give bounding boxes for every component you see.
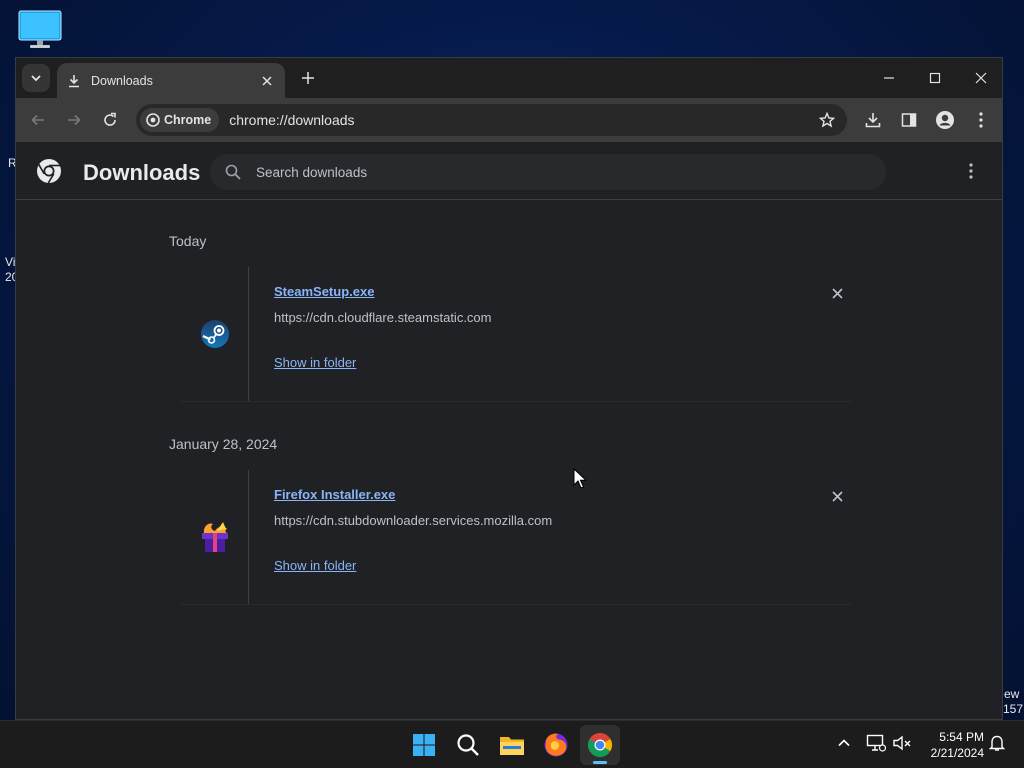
network-status-button[interactable] xyxy=(864,731,888,755)
volume-muted-icon xyxy=(893,735,911,751)
plus-icon xyxy=(302,72,314,84)
chevron-up-icon xyxy=(838,739,850,747)
page-title: Downloads xyxy=(83,160,201,185)
windows-start-icon xyxy=(413,734,435,756)
downloads-more-button[interactable] xyxy=(962,162,980,180)
downloads-header: Downloads xyxy=(16,142,1002,200)
volume-button[interactable] xyxy=(890,731,914,755)
divider xyxy=(181,401,851,402)
close-icon xyxy=(831,490,843,502)
site-info-chip[interactable]: Chrome xyxy=(140,108,220,132)
arrow-left-icon xyxy=(31,114,44,126)
file-explorer-icon xyxy=(500,737,524,755)
show-in-folder-link[interactable]: Show in folder xyxy=(274,355,356,370)
chrome-taskbar-button[interactable] xyxy=(580,725,620,765)
address-bar[interactable]: Chrome chrome://downloads xyxy=(136,104,847,136)
new-tab-button[interactable] xyxy=(298,68,318,88)
download-icon xyxy=(69,74,79,87)
date-group-heading: Today xyxy=(169,233,207,249)
remove-from-list-button[interactable] xyxy=(827,486,847,506)
download-source-url: https://cdn.cloudflare.steamstatic.com xyxy=(274,310,492,325)
url-text[interactable]: chrome://downloads xyxy=(229,112,813,128)
reload-icon xyxy=(104,112,116,126)
date-group-heading: January 28, 2024 xyxy=(169,436,278,452)
chrome-menu-button[interactable] xyxy=(967,106,995,134)
tab-title: Downloads xyxy=(91,73,153,88)
search-downloads-box[interactable] xyxy=(210,154,886,190)
file-icon-column xyxy=(181,470,249,604)
search-icon xyxy=(457,734,479,756)
arrow-right-icon xyxy=(68,114,81,126)
clock-time: 5:54 PM xyxy=(939,730,984,744)
window-close-button[interactable] xyxy=(958,58,1002,98)
downloads-button[interactable] xyxy=(859,106,887,134)
steam-app-icon xyxy=(200,320,229,348)
bell-icon xyxy=(989,735,1005,751)
tab-search-button[interactable] xyxy=(22,64,50,92)
file-explorer-button[interactable] xyxy=(492,725,532,765)
tab-strip: Downloads xyxy=(16,58,1002,98)
side-panel-icon xyxy=(901,113,917,127)
desktop-computer-icon[interactable] xyxy=(18,10,62,50)
taskbar-search-button[interactable] xyxy=(448,725,488,765)
chrome-window: Downloads Chrome chrome://downloads Down… xyxy=(15,57,1003,720)
maximize-icon xyxy=(929,72,941,84)
more-vert-icon xyxy=(979,112,983,128)
desktop-icon-label-fragment: Vi xyxy=(5,255,16,269)
mouse-cursor-icon xyxy=(573,468,587,489)
tab-downloads[interactable]: Downloads xyxy=(57,63,285,98)
show-in-folder-link[interactable]: Show in folder xyxy=(274,558,356,573)
firefox-installer-icon xyxy=(201,522,228,552)
download-item: SteamSetup.exe https://cdn.cloudflare.st… xyxy=(181,267,851,402)
download-file-link[interactable]: Firefox Installer.exe xyxy=(274,487,395,502)
search-icon xyxy=(224,163,242,181)
windows-start-button[interactable] xyxy=(404,725,444,765)
firefox-icon xyxy=(544,733,568,757)
download-source-url: https://cdn.stubdownloader.services.mozi… xyxy=(274,513,553,528)
network-icon xyxy=(866,734,886,752)
active-app-indicator xyxy=(593,761,607,764)
desktop-watermark-fragment: 157 xyxy=(1003,702,1024,716)
file-icon-column xyxy=(181,267,249,401)
divider xyxy=(181,604,851,605)
system-clock[interactable]: 5:54 PM 2/21/2024 xyxy=(920,729,984,761)
reload-button[interactable] xyxy=(96,106,124,134)
profile-button[interactable] xyxy=(931,106,959,134)
forward-button[interactable] xyxy=(60,106,88,134)
download-icon xyxy=(865,113,881,128)
download-item: Firefox Installer.exe https://cdn.stubdo… xyxy=(181,470,851,605)
chrome-logo-icon xyxy=(37,159,61,184)
search-input[interactable] xyxy=(256,164,836,180)
minimize-icon xyxy=(884,77,894,79)
avatar-icon xyxy=(936,111,954,129)
notifications-button[interactable] xyxy=(985,731,1009,755)
back-button[interactable] xyxy=(24,106,52,134)
site-info-label: Chrome xyxy=(164,113,212,127)
browser-toolbar: Chrome chrome://downloads xyxy=(16,98,1002,142)
desktop-watermark-fragment: ew xyxy=(1004,687,1020,701)
minimize-button[interactable] xyxy=(866,58,912,98)
clock-date: 2/21/2024 xyxy=(930,746,984,760)
taskbar: 5:54 PM 2/21/2024 xyxy=(0,720,1024,768)
chevron-down-icon xyxy=(31,75,41,82)
chrome-icon xyxy=(587,733,613,758)
download-file-link[interactable]: SteamSetup.exe xyxy=(274,284,374,299)
close-icon xyxy=(262,75,272,86)
show-hidden-icons-button[interactable] xyxy=(832,731,856,755)
remove-from-list-button[interactable] xyxy=(827,283,847,303)
chrome-logo-icon xyxy=(146,113,160,127)
maximize-button[interactable] xyxy=(912,58,958,98)
close-icon xyxy=(975,72,987,84)
close-icon xyxy=(831,287,843,299)
bookmark-button[interactable] xyxy=(813,106,841,134)
side-panel-button[interactable] xyxy=(895,106,923,134)
firefox-taskbar-button[interactable] xyxy=(536,725,576,765)
more-vert-icon xyxy=(969,163,973,179)
downloads-page: Downloads Today xyxy=(16,142,1002,719)
tab-close-button[interactable] xyxy=(259,73,275,89)
star-icon xyxy=(819,112,835,128)
